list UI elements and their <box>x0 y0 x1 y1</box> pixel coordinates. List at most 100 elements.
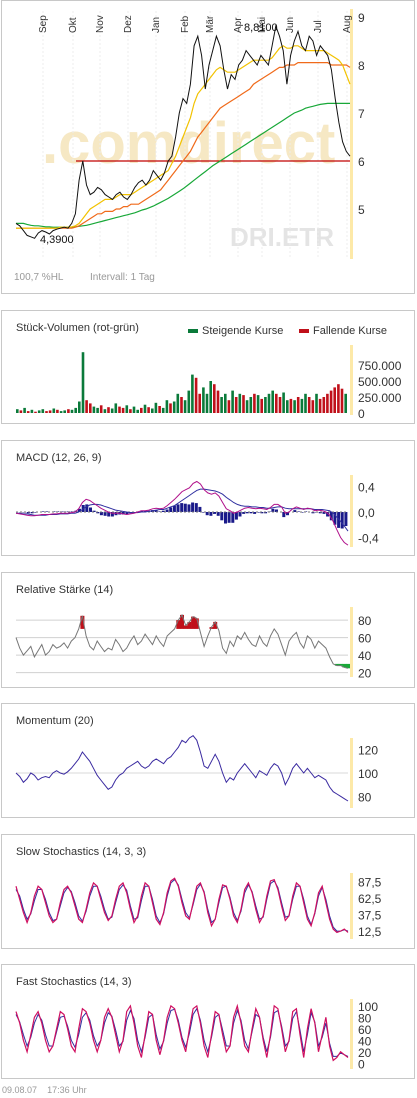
volume-bar <box>136 409 139 413</box>
month-label: Nov <box>95 15 106 33</box>
volume-bar <box>85 400 88 413</box>
volume-bar <box>161 407 165 413</box>
volume-bar <box>183 400 187 413</box>
volume-bar <box>89 403 92 413</box>
volume-bar <box>187 390 191 413</box>
y-tick-label: 0 <box>358 407 365 421</box>
footer-timestamp: 09.08.07 17:36 Uhr <box>2 1085 87 1095</box>
volume-bar <box>282 392 285 413</box>
macd-histogram-bar <box>227 512 231 523</box>
volume-panel: Stück-Volumen (rot-grün) Steigende Kurse… <box>1 310 415 424</box>
volume-bar <box>114 403 118 413</box>
volume-bar <box>103 409 107 413</box>
slow-stochastics-chart: 87,5 62,5 37,5 12,5 <box>15 873 382 939</box>
volume-bar <box>16 409 19 413</box>
macd-histogram-bar <box>194 503 198 512</box>
macd-histogram-bar <box>344 512 348 526</box>
volume-bar <box>289 398 293 413</box>
y-tick-label: 80 <box>358 790 372 804</box>
volume-bar <box>234 397 238 413</box>
volume-bar <box>110 408 114 413</box>
month-label: Sep <box>38 15 49 33</box>
volume-bar <box>205 393 209 413</box>
volume-bar <box>216 390 220 413</box>
y-tick-label: 7 <box>358 107 365 121</box>
month-label: Aug <box>342 15 353 33</box>
slow-stochastics-panel: Slow Stochastics (14, 3, 3) 87,5 62,5 37,5… <box>1 834 415 949</box>
axis-bar <box>350 738 353 808</box>
volume-bar <box>286 400 289 413</box>
macd-histogram-bar <box>224 512 227 524</box>
volume-bar <box>125 405 129 413</box>
volume-bar <box>304 393 307 413</box>
volume-bar <box>253 393 256 413</box>
volume-bar <box>154 402 158 413</box>
volume-bar <box>209 381 212 413</box>
y-tick-label: 0,0 <box>358 506 375 520</box>
volume-bar <box>143 404 147 413</box>
macd-histogram-bar <box>216 512 220 516</box>
macd-histogram-bar <box>220 512 224 521</box>
volume-bar <box>275 393 278 413</box>
volume-bar <box>52 408 56 413</box>
momentum-line <box>15 735 349 802</box>
month-label: Jun <box>285 17 296 33</box>
volume-bar <box>26 411 30 413</box>
volume-bar <box>96 407 99 413</box>
volume-bar <box>140 407 143 413</box>
rsi-panel: Relative Stärke (14) 80 60 40 20 <box>1 572 415 688</box>
axis-bar <box>350 999 353 1069</box>
volume-bar <box>74 407 77 413</box>
y-tick-label: 12,5 <box>358 925 382 939</box>
volume-bar <box>293 400 296 413</box>
volume-bar <box>315 393 318 413</box>
volume-bar <box>322 397 326 413</box>
rsi-chart: 80 60 40 20 <box>15 607 372 681</box>
macd-line <box>15 480 349 546</box>
volume-bar <box>198 393 201 413</box>
volume-bar <box>326 393 329 413</box>
volume-bar <box>260 398 263 413</box>
volume-bar <box>158 406 161 413</box>
volume-bar <box>132 406 136 413</box>
axis-bar <box>350 607 353 677</box>
price-chart: .comdirectDRI.ETRSep Okt Nov Dez Jan Feb Mär Ap… <box>14 9 365 283</box>
volume-bar <box>176 393 180 413</box>
y-tick-label: 80 <box>358 614 372 628</box>
macd-histogram-bar <box>169 507 173 512</box>
volume-bar <box>340 388 344 413</box>
volume-bar <box>311 400 315 413</box>
volume-bar <box>30 409 34 413</box>
axis-bar <box>350 475 353 547</box>
y-tick-label: 37,5 <box>358 908 382 922</box>
axis-bar <box>350 9 353 259</box>
y-tick-label: 20 <box>358 667 372 681</box>
volume-bar <box>300 398 304 413</box>
volume-bar <box>41 409 45 413</box>
volume-bar <box>256 395 260 413</box>
macd-histogram-bar <box>340 512 344 529</box>
volume-bar <box>224 393 227 413</box>
y-tick-label: -0,4 <box>358 531 379 545</box>
volume-bar <box>271 390 274 413</box>
volume-bar <box>172 401 176 413</box>
volume-bar <box>70 409 74 413</box>
month-label: Dez <box>123 15 134 33</box>
volume-bar <box>296 397 300 413</box>
volume-bar <box>231 390 234 413</box>
month-label: Mär <box>205 15 216 33</box>
macd-histogram-bar <box>198 506 202 512</box>
volume-bar <box>45 411 48 413</box>
macd-histogram-bar <box>89 507 92 512</box>
volume-bar <box>19 410 23 413</box>
y-tick-label: 0 <box>358 1057 365 1071</box>
fast-stochastics-panel: Fast Stochastics (14, 3) 100 80 60 40 20 0 <box>1 964 415 1079</box>
volume-bar <box>81 352 85 413</box>
axis-bar <box>350 873 353 939</box>
macd-panel: MACD (12, 26, 9) 0,4 0,0 -0,4 <box>1 440 415 556</box>
volume-bar <box>147 407 150 413</box>
volume-bar <box>278 397 282 413</box>
volume-bar <box>238 393 242 413</box>
volume-bar <box>245 400 249 413</box>
month-label: Apr <box>233 17 244 33</box>
